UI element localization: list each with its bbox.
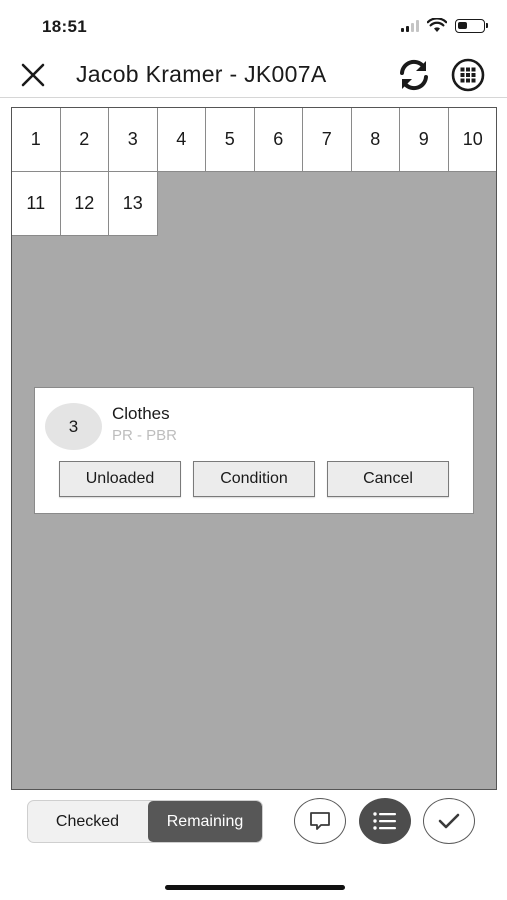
header: Jacob Kramer - JK007A <box>0 50 507 98</box>
grid-cell[interactable]: 13 <box>109 172 158 236</box>
comment-button[interactable] <box>294 798 346 844</box>
list-icon <box>373 812 396 830</box>
item-subtitle: PR - PBR <box>112 427 178 444</box>
close-button[interactable] <box>18 60 48 90</box>
refresh-button[interactable] <box>396 58 432 92</box>
status-icons <box>401 18 488 33</box>
signal-icon <box>401 19 419 32</box>
cancel-button[interactable]: Cancel <box>327 461 449 497</box>
grid-cell[interactable]: 11 <box>12 172 61 236</box>
refresh-icon <box>400 59 428 91</box>
grid-cell[interactable]: 9 <box>400 108 449 172</box>
list-button[interactable] <box>359 798 411 844</box>
grid-menu-button[interactable] <box>449 58 487 92</box>
grid-cell[interactable]: 10 <box>448 108 496 172</box>
grid-cell[interactable]: 4 <box>157 108 206 172</box>
grid-cell[interactable]: 1 <box>12 108 61 172</box>
grid-cell[interactable]: 8 <box>351 108 400 172</box>
confirm-button[interactable] <box>423 798 475 844</box>
page-title: Jacob Kramer - JK007A <box>76 61 327 87</box>
unloaded-button[interactable]: Unloaded <box>59 461 181 497</box>
battery-icon <box>455 18 488 33</box>
item-number-badge: 3 <box>45 403 102 450</box>
comment-icon <box>310 812 330 830</box>
grid-cell[interactable]: 5 <box>206 108 255 172</box>
grid-cell[interactable]: 6 <box>254 108 303 172</box>
tab-remaining[interactable]: Remaining <box>148 801 262 842</box>
grid-cell[interactable]: 2 <box>60 108 109 172</box>
grid-cell[interactable]: 7 <box>303 108 352 172</box>
grid-cell[interactable]: 3 <box>109 108 158 172</box>
item-title: Clothes <box>112 404 170 423</box>
home-indicator <box>165 885 345 890</box>
item-action-dialog: 3 Clothes PR - PBR Unloaded Condition Ca… <box>34 387 474 514</box>
checked-remaining-toggle: Checked Remaining <box>27 800 263 843</box>
close-icon <box>21 63 45 87</box>
status-time: 18:51 <box>42 17 87 36</box>
condition-button[interactable]: Condition <box>193 461 315 497</box>
status-bar: 18:51 <box>0 0 507 50</box>
grid-menu-icon <box>451 58 485 92</box>
checkmark-icon <box>438 813 460 829</box>
tab-checked[interactable]: Checked <box>28 801 147 842</box>
grid-cell[interactable]: 12 <box>60 172 109 236</box>
wifi-icon <box>427 18 447 32</box>
